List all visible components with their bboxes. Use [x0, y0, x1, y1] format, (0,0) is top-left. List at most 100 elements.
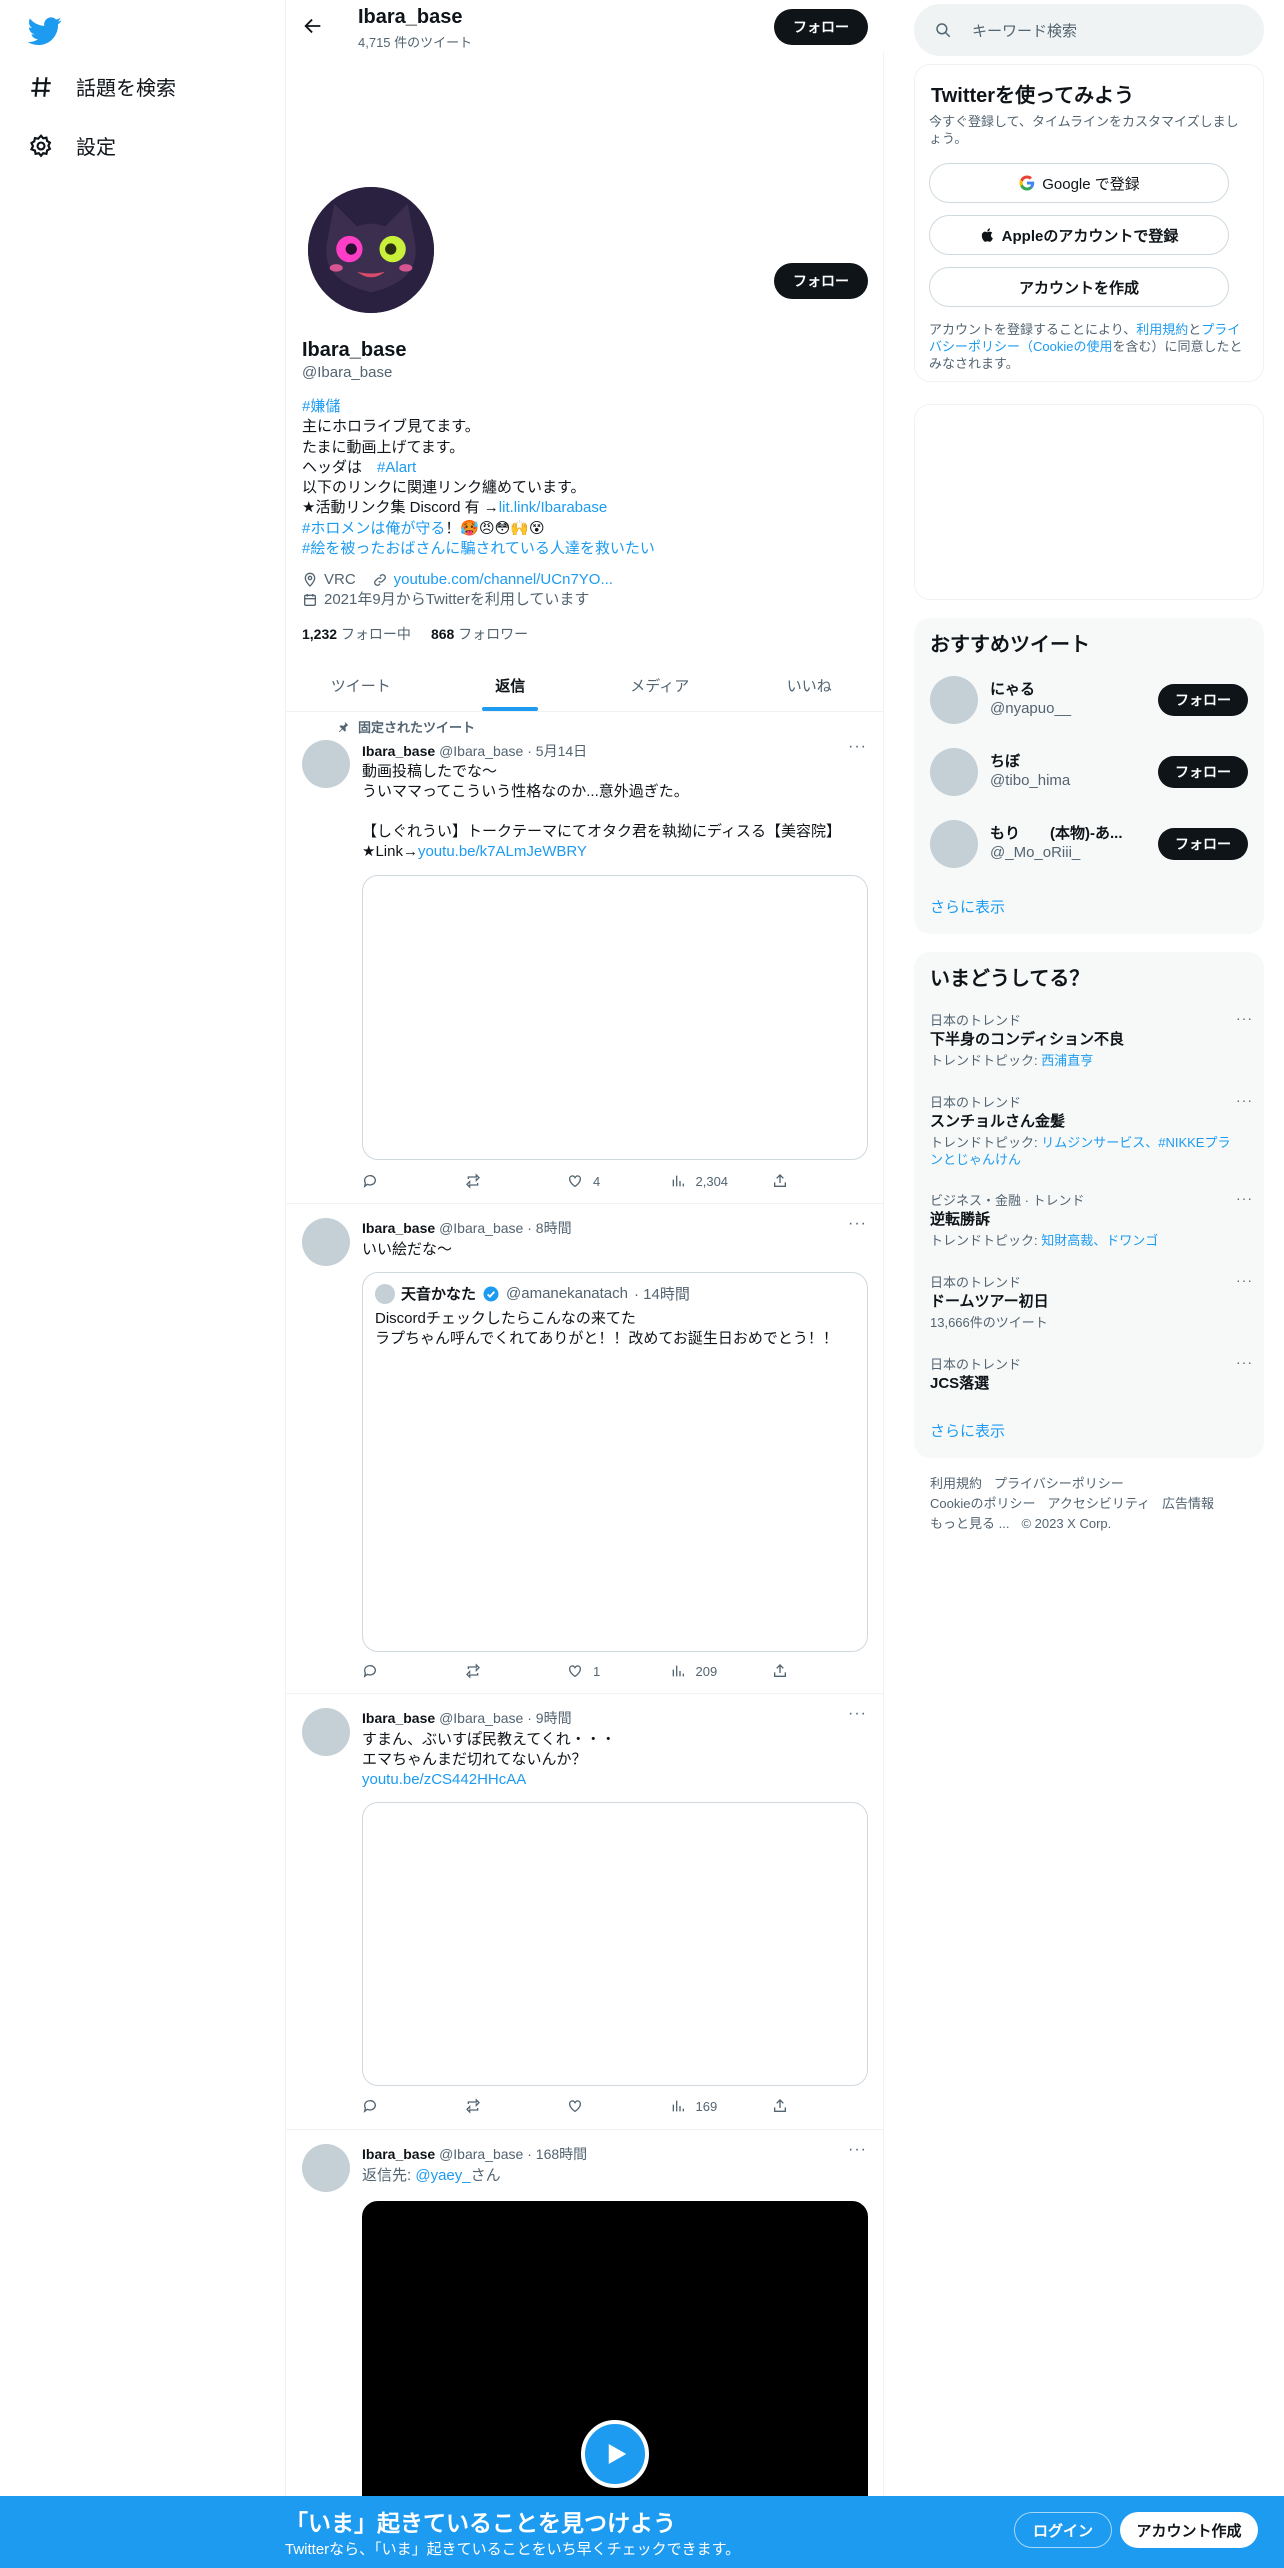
google-signup-button[interactable]: Google で登録 — [929, 163, 1229, 203]
quote-tweet-card[interactable]: 天音かなた @amanekanatach · 14時間 Discordチェックし… — [362, 1272, 868, 1652]
tab-replies[interactable]: 返信 — [436, 659, 586, 711]
more-icon[interactable]: ··· — [848, 1705, 867, 1723]
search-input[interactable]: キーワード検索 — [914, 4, 1264, 56]
trend-item[interactable]: 日本のトレンド ··· 下半身のコンディション不良 トレンドトピック: 西浦直亨 — [914, 1010, 1264, 1080]
create-account-button[interactable]: アカウントを作成 — [929, 267, 1229, 307]
tab-tweets[interactable]: ツイート — [286, 659, 436, 711]
tweet-avatar[interactable] — [302, 1218, 350, 1266]
more-icon[interactable]: ··· — [848, 738, 867, 756]
signup-button[interactable]: アカウント作成 — [1120, 2512, 1258, 2548]
profile-follow-button[interactable]: フォロー — [774, 263, 868, 299]
follow-button[interactable]: フォロー — [1158, 684, 1248, 716]
views-button[interactable]: 209 — [670, 1663, 730, 1679]
share-button[interactable] — [772, 1663, 792, 1679]
nav-settings[interactable]: 設定 — [28, 131, 116, 160]
retweet-button[interactable] — [465, 1663, 525, 1679]
footer-ads-link[interactable]: 広告情報 — [1162, 1496, 1214, 1511]
apple-signup-button[interactable]: Appleのアカウントで登録 — [929, 215, 1229, 255]
followers-link[interactable]: 868 フォロワー — [431, 624, 528, 644]
reply-button[interactable] — [362, 1663, 422, 1679]
login-button[interactable]: ログイン — [1014, 2512, 1112, 2548]
more-icon[interactable]: ··· — [1236, 1010, 1253, 1026]
retweet-button[interactable] — [465, 2098, 525, 2114]
bio-hashtag-link[interactable]: #ホロメンは俺が守る — [302, 520, 445, 537]
tweet-media-card[interactable] — [362, 1802, 868, 2086]
more-icon[interactable]: ··· — [1236, 1272, 1253, 1288]
avatar[interactable] — [930, 676, 978, 724]
tweet-author-handle[interactable]: @Ibara_base — [439, 743, 523, 759]
tweet-time[interactable]: · 5月14日 — [527, 743, 587, 759]
tweet-author-name[interactable]: Ibara_base — [362, 2146, 435, 2162]
tweet-avatar[interactable] — [302, 2144, 350, 2192]
tab-likes[interactable]: いいね — [735, 659, 885, 711]
trend-topic-link[interactable]: 知財高裁、ドワンゴ — [1041, 1233, 1158, 1248]
views-button[interactable]: 2,304 — [670, 1173, 730, 1189]
bio-hashtag-link[interactable]: #絵を被ったおばさんに騙されている人達を救いたい — [302, 540, 655, 557]
like-button[interactable]: 1 — [567, 1663, 627, 1679]
tweet-media-card[interactable] — [362, 875, 868, 1160]
tweet-time[interactable]: · 8時間 — [527, 1220, 571, 1236]
follow-button[interactable]: フォロー — [1158, 756, 1248, 788]
bio-hashtag-link[interactable]: #嫌儲 — [302, 398, 340, 415]
reply-button[interactable] — [362, 2098, 422, 2114]
reply-to-link[interactable]: @yaey_ — [415, 2167, 470, 2184]
tweet-item[interactable]: 固定されたツイート Ibara_base @Ibara_base · 5月14日… — [286, 712, 884, 1204]
more-icon[interactable]: ··· — [1236, 1092, 1253, 1108]
tweet-time[interactable]: · 9時間 — [527, 1710, 571, 1726]
views-button[interactable]: 169 — [670, 2098, 730, 2114]
more-icon[interactable]: ··· — [848, 2141, 867, 2159]
trend-item[interactable]: ビジネス・金融 · トレンド ··· 逆転勝訴 トレンドトピック: 知財高裁、ド… — [914, 1190, 1264, 1260]
tweet-item[interactable]: Ibara_base @Ibara_base · 9時間 ··· すまん、ぶいす… — [286, 1694, 884, 2130]
profile-url-link[interactable]: youtube.com/channel/UCn7YO... — [394, 570, 613, 590]
more-icon[interactable]: ··· — [1236, 1190, 1253, 1206]
retweet-button[interactable] — [465, 1173, 525, 1189]
trend-item[interactable]: 日本のトレンド ··· スンチョルさん金髪 トレンドトピック: リムジンサービス… — [914, 1092, 1264, 1172]
more-icon[interactable]: ··· — [848, 1215, 867, 1233]
bio-hashtag-link[interactable]: #Alart — [377, 459, 416, 476]
profile-avatar[interactable] — [304, 183, 438, 317]
back-arrow-icon[interactable] — [302, 15, 324, 37]
footer-more-link[interactable]: もっと見る ... — [930, 1516, 1009, 1531]
recommended-user[interactable]: もり (本物)-あ... @_Mo_oRiii_ フォロー — [914, 808, 1264, 880]
tab-media[interactable]: メディア — [585, 659, 735, 711]
trend-item[interactable]: 日本のトレンド ··· JCS落選 — [914, 1354, 1264, 1404]
tweet-link[interactable]: youtu.be/k7ALmJeWBRY — [418, 843, 587, 860]
nav-explore[interactable]: 話題を検索 — [28, 72, 176, 101]
footer-terms-link[interactable]: 利用規約 — [930, 1476, 982, 1491]
tweet-author-name[interactable]: Ibara_base — [362, 1710, 435, 1726]
tweet-author-name[interactable]: Ibara_base — [362, 1220, 435, 1236]
footer-accessibility-link[interactable]: アクセシビリティ — [1047, 1496, 1150, 1511]
footer-privacy-link[interactable]: プライバシーポリシー — [994, 1476, 1124, 1491]
tweet-avatar[interactable] — [302, 740, 350, 788]
tweet-item[interactable]: Ibara_base @Ibara_base · 8時間 ··· いい絵だな〜 … — [286, 1204, 884, 1694]
tweet-time[interactable]: · 168時間 — [527, 2146, 587, 2162]
following-link[interactable]: 1,232 フォロー中 — [302, 624, 411, 644]
more-icon[interactable]: ··· — [1236, 1354, 1253, 1370]
recommended-user[interactable]: にゃる @nyapuo__ フォロー — [914, 664, 1264, 736]
avatar[interactable] — [930, 820, 978, 868]
trends-show-more[interactable]: さらに表示 — [930, 1420, 1005, 1441]
twitter-logo-icon[interactable] — [28, 14, 62, 48]
share-button[interactable] — [772, 2098, 792, 2114]
footer-cookie-link[interactable]: Cookieのポリシー — [930, 1496, 1035, 1511]
like-button[interactable] — [567, 2098, 627, 2114]
reply-button[interactable] — [362, 1173, 422, 1189]
trend-item[interactable]: 日本のトレンド ··· ドームツアー初日 13,666件のツイート — [914, 1272, 1264, 1342]
trend-topic-link[interactable]: 西浦直亨 — [1041, 1053, 1093, 1068]
bio-litlink[interactable]: lit.link/Ibarabase — [499, 499, 607, 516]
follow-button[interactable]: フォロー — [1158, 828, 1248, 860]
play-icon[interactable] — [581, 2420, 649, 2488]
recommended-user[interactable]: ちぼ @tibo_hima フォロー — [914, 736, 1264, 808]
tweet-avatar[interactable] — [302, 1708, 350, 1756]
topbar-follow-button[interactable]: フォロー — [774, 9, 868, 45]
terms-link[interactable]: 利用規約 — [1136, 322, 1188, 337]
share-button[interactable] — [772, 1173, 792, 1189]
tweet-author-handle[interactable]: @Ibara_base — [439, 2146, 523, 2162]
tweet-link[interactable]: youtu.be/zCS442HHcAA — [362, 1771, 526, 1788]
tweet-author-handle[interactable]: @Ibara_base — [439, 1220, 523, 1236]
recommended-show-more[interactable]: さらに表示 — [930, 896, 1005, 917]
tweet-author-handle[interactable]: @Ibara_base — [439, 1710, 523, 1726]
tweet-author-name[interactable]: Ibara_base — [362, 743, 435, 759]
avatar[interactable] — [930, 748, 978, 796]
like-button[interactable]: 4 — [567, 1173, 627, 1189]
